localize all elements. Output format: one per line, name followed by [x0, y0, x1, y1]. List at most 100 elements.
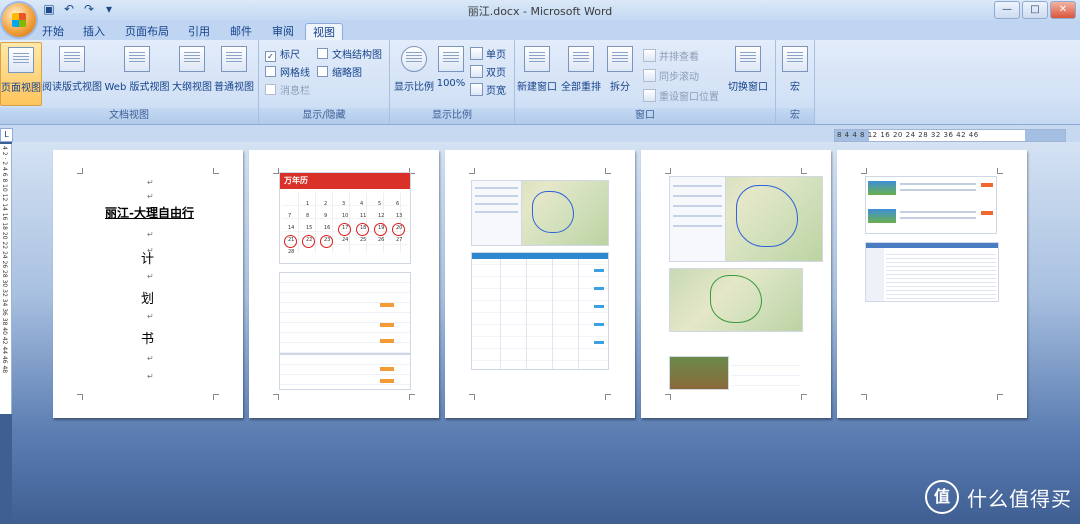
crop-mark [213, 394, 219, 400]
tab-insert[interactable]: 插入 [83, 23, 105, 40]
hotel-price [981, 211, 993, 215]
tab-home[interactable]: 开始 [42, 23, 64, 40]
calendar-day: 1 [306, 201, 310, 207]
page-3[interactable] [445, 150, 635, 418]
map-sidebar-line [673, 195, 722, 197]
thumbnails-checkbox[interactable]: 缩略图 [317, 64, 362, 79]
print-layout-icon [8, 47, 34, 73]
macros-button[interactable]: 宏 [780, 42, 810, 104]
page-1[interactable]: ↵ ↵ 丽江-大理自由行 ↵ ↵ 计 ↵ 划 ↵ 书 ↵ ↵ [53, 150, 243, 418]
maximize-button[interactable]: □ [1022, 1, 1048, 19]
route-line [710, 275, 762, 323]
paragraph-mark: ↵ [147, 272, 154, 281]
switch-windows-button[interactable]: 切换窗口 [725, 42, 771, 104]
ruler-checkbox[interactable]: ✓ 标尺 [265, 46, 300, 62]
vertical-ruler[interactable]: 4 2 · 2 4 6 8 10 12 14 16 18 20 22 24 26… [0, 144, 12, 414]
calendar-day: 21 [288, 237, 295, 243]
split-button[interactable]: 拆分 [605, 42, 635, 104]
book-button-thumb [594, 323, 604, 326]
ruler-ticks: 8 4 4 8 12 16 20 24 28 32 36 42 46 [837, 131, 979, 139]
tab-selector-button[interactable]: L [0, 128, 13, 142]
group-label-document-views: 文档视图 [0, 108, 258, 124]
office-button[interactable] [2, 3, 36, 37]
group-show-hide: ✓ 标尺 文档结构图 网格线 缩略图 消息栏 显示/隐藏 [259, 40, 390, 124]
calendar-day: 11 [360, 213, 367, 219]
reset-position-label: 重设窗口位置 [659, 92, 719, 103]
map-sidebar-line [475, 187, 518, 189]
arrange-all-button[interactable]: 全部重排 [561, 42, 601, 104]
two-pages-button[interactable]: 双页 [470, 64, 506, 79]
print-layout-label: 页面视图 [1, 83, 41, 94]
page-width-icon [470, 83, 483, 96]
calendar-logo: 万年历 [284, 176, 308, 185]
book-button-thumb [594, 341, 604, 344]
calendar-day: 9 [324, 213, 328, 219]
map-sidebar-line [673, 215, 722, 217]
group-zoom: 显示比例 100% 单页 双页 页宽 显示比例 [390, 40, 515, 124]
zoom-label: 显示比例 [394, 82, 434, 93]
print-layout-button[interactable]: 页面视图 [0, 42, 42, 106]
map-sidebar-line [673, 205, 722, 207]
crop-mark [409, 394, 415, 400]
group-macros: 宏 宏 [776, 40, 815, 124]
sync-scroll-icon [643, 69, 656, 82]
page-2[interactable]: 万年历 1 2 3 4 5 6 7 8 9 10 11 12 13 14 15 16 17 18 19 20 21 22 2… [249, 150, 439, 418]
city-map-screenshot [669, 268, 803, 332]
macros-label: 宏 [790, 82, 800, 93]
draft-button[interactable]: 普通视图 [214, 42, 254, 104]
group-label-show-hide: 显示/隐藏 [259, 108, 389, 124]
attraction-text [731, 356, 801, 388]
gridlines-label: 网格线 [280, 68, 310, 79]
vertical-ruler-ticks: 4 2 · 2 4 6 8 10 12 14 16 18 20 22 24 26… [1, 146, 8, 374]
calendar-day: 10 [342, 213, 349, 219]
calendar-day: 24 [342, 237, 349, 243]
new-window-button[interactable]: 新建窗口 [517, 42, 557, 104]
horizontal-ruler[interactable]: 8 4 4 8 12 16 20 24 28 32 36 42 46 [834, 129, 1066, 142]
page-5[interactable] [837, 150, 1027, 418]
watermark-logo-icon: 值 [925, 480, 959, 514]
book-button-thumb [380, 367, 394, 371]
tab-references[interactable]: 引用 [188, 23, 210, 40]
map-sidebar-line [673, 185, 722, 187]
gridlines-checkbox[interactable]: 网格线 [265, 64, 310, 79]
page-4[interactable] [641, 150, 831, 418]
crop-mark [469, 394, 475, 400]
hotel-list-screenshot [865, 176, 997, 234]
tab-page-layout[interactable]: 页面布局 [125, 23, 169, 40]
zoom-100-button[interactable]: 100% [436, 42, 466, 104]
magnifier-icon [401, 46, 427, 72]
document-map-checkbox[interactable]: 文档结构图 [317, 46, 382, 61]
route-line [532, 191, 574, 233]
paragraph-mark: ↵ [147, 178, 154, 187]
calendar-day: 13 [396, 213, 403, 219]
web-layout-button[interactable]: Web 版式视图 [104, 42, 170, 104]
page-width-button[interactable]: 页宽 [470, 82, 506, 97]
page-100-icon [438, 46, 464, 72]
table-column-line [500, 259, 501, 369]
one-page-button[interactable]: 单页 [470, 46, 506, 61]
booking-page-header [866, 243, 998, 248]
hotel-text-line [900, 211, 976, 213]
one-page-label: 单页 [486, 50, 506, 61]
crop-mark [213, 168, 219, 174]
calendar-day: 14 [288, 225, 295, 231]
minimize-button[interactable]: — [994, 1, 1020, 19]
reset-window-position-button: 重设窗口位置 [643, 88, 719, 103]
table-column-line [578, 259, 579, 369]
table-header-bar [472, 253, 608, 259]
calendar-day: 8 [306, 213, 310, 219]
checkbox-icon [265, 84, 276, 95]
tab-mailings[interactable]: 邮件 [230, 23, 252, 40]
calendar-day: 2 [324, 201, 328, 207]
full-screen-reading-button[interactable]: 阅读版式视图 [42, 42, 102, 104]
paragraph-mark: ↵ [147, 312, 154, 321]
tab-review[interactable]: 审阅 [272, 23, 294, 40]
zoom-button[interactable]: 显示比例 [394, 42, 434, 104]
outline-button[interactable]: 大纲视图 [172, 42, 212, 104]
close-button[interactable]: ✕ [1050, 1, 1076, 19]
train-table-screenshot [471, 252, 609, 370]
crop-mark [801, 168, 807, 174]
tab-view[interactable]: 视图 [305, 23, 343, 41]
table-column-line [526, 259, 527, 369]
crop-mark [605, 168, 611, 174]
